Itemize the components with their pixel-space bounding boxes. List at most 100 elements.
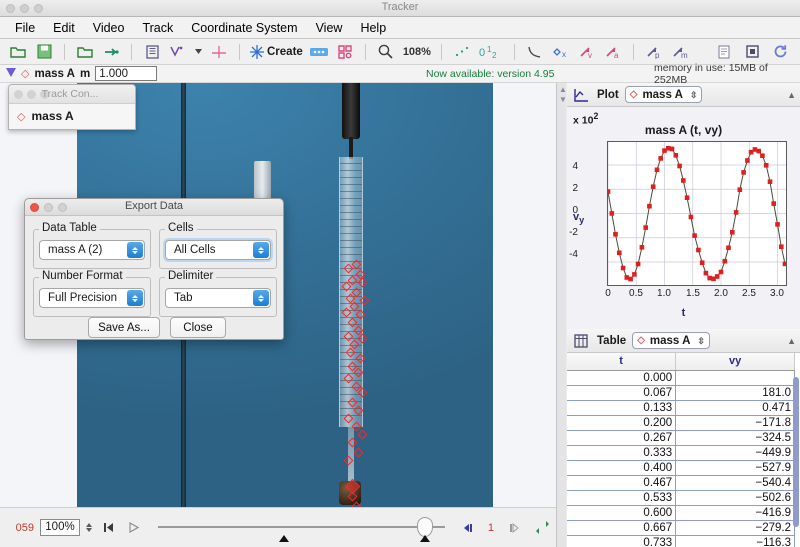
table-cell-t[interactable]: 0.200: [567, 415, 677, 431]
version-available-status[interactable]: Now available: version 4.95: [426, 68, 554, 80]
table-row[interactable]: 0.600 −416.9: [567, 505, 795, 521]
table-cell-t[interactable]: 0.333: [567, 445, 677, 461]
table-row[interactable]: 0.400 −527.9: [567, 460, 795, 476]
table-cell-t[interactable]: 0.733: [567, 535, 677, 547]
table-cell-t[interactable]: 0.400: [567, 460, 677, 476]
open-video-icon[interactable]: [75, 42, 95, 62]
table-cell-t[interactable]: 0.533: [567, 490, 677, 506]
table-cell-vy[interactable]: −279.2: [675, 520, 795, 536]
table-cell-vy[interactable]: 181.0: [675, 385, 795, 401]
momentum-vector-icon[interactable]: p: [644, 42, 664, 62]
table-row[interactable]: 0.533 −502.6: [567, 490, 795, 506]
step-back-icon[interactable]: [459, 518, 479, 538]
table-panel-collapse-icon[interactable]: ▲: [787, 336, 796, 346]
scrubber-thumb[interactable]: [417, 516, 433, 537]
data-table-select[interactable]: mass A (2): [39, 240, 145, 260]
track-visibility-toggle-icon[interactable]: [6, 67, 16, 80]
table-row[interactable]: 0.733 −116.3: [567, 535, 795, 547]
menu-view[interactable]: View: [307, 19, 352, 37]
open-icon[interactable]: [8, 42, 28, 62]
table-cell-vy[interactable]: −324.5: [675, 430, 795, 446]
table-cell-t[interactable]: 0.600: [567, 505, 677, 521]
data-table-scroll[interactable]: t vy 0.000 0.067 181.0 0.133 0.471 0.200 −171.…: [567, 353, 800, 547]
protractor-icon[interactable]: [335, 42, 355, 62]
play-rate-input[interactable]: 100%: [40, 519, 80, 536]
play-rate-stepper[interactable]: [86, 523, 92, 532]
table-column-header-t[interactable]: t: [567, 353, 677, 371]
notes-icon[interactable]: [714, 42, 734, 62]
table-cell-vy[interactable]: −449.9: [675, 445, 795, 461]
cells-select-arrows-icon[interactable]: [253, 242, 269, 258]
plot-area[interactable]: x 102 mass A (t, vy) vy 4 2 0 -2 -4 0 0.…: [567, 107, 800, 329]
chevron-down-icon[interactable]: [194, 42, 203, 62]
cells-select[interactable]: All Cells: [165, 240, 271, 260]
chevron-updown-icon[interactable]: ⇳: [690, 90, 698, 99]
path-curve-icon[interactable]: [525, 42, 545, 62]
track-control-window[interactable]: Track Con... ◇ mass A: [8, 84, 136, 130]
table-cell-vy[interactable]: −527.9: [675, 460, 795, 476]
delimiter-select-arrows-icon[interactable]: [253, 290, 269, 306]
zoom-level-label[interactable]: 108%: [403, 46, 431, 58]
table-cell-vy[interactable]: 0.471: [675, 400, 795, 416]
table-scrollbar[interactable]: [793, 377, 799, 547]
number-format-select[interactable]: Full Precision: [39, 288, 145, 308]
net-force-vector-icon[interactable]: m: [670, 42, 690, 62]
mass-input[interactable]: 1.000: [95, 66, 158, 81]
table-row[interactable]: 0.333 −449.9: [567, 445, 795, 461]
table-scrollbar-thumb[interactable]: [793, 377, 799, 527]
tape-icon[interactable]: [309, 42, 329, 62]
rate-decrease-icon[interactable]: [86, 528, 92, 532]
table-row[interactable]: 0.133 0.471: [567, 400, 795, 416]
track-name-label[interactable]: mass A: [34, 68, 75, 80]
refresh-icon[interactable]: [770, 42, 790, 62]
video-scrubber[interactable]: [158, 513, 445, 543]
loop-icon[interactable]: [532, 518, 552, 538]
splitter-collapse-down-icon[interactable]: ▼: [559, 95, 567, 104]
table-cell-vy[interactable]: −171.8: [675, 415, 795, 431]
table-cell-t[interactable]: 0.067: [567, 385, 677, 401]
table-cell-vy[interactable]: −416.9: [675, 505, 795, 521]
export-data-dialog[interactable]: Export Data Data Table mass A (2) Cells …: [24, 198, 284, 340]
table-cell-t[interactable]: 0.667: [567, 520, 677, 536]
table-cell-vy[interactable]: −502.6: [675, 490, 795, 506]
plot-icon[interactable]: [571, 85, 591, 105]
table-cell-vy[interactable]: −116.3: [675, 535, 795, 547]
search-icon[interactable]: [376, 42, 396, 62]
velocity-vector-icon[interactable]: v: [577, 42, 597, 62]
menu-track[interactable]: Track: [133, 19, 182, 37]
track-marker-point[interactable]: [357, 429, 368, 440]
table-track-select[interactable]: ◇ mass A ⇳: [632, 332, 710, 349]
table-row[interactable]: 0.000: [567, 370, 795, 386]
table-column-header-vy[interactable]: vy: [675, 353, 795, 371]
position-vector-icon[interactable]: x: [551, 42, 571, 62]
label-numbers-icon[interactable]: 012: [478, 42, 504, 62]
menu-video[interactable]: Video: [84, 19, 134, 37]
table-cell-vy[interactable]: −540.4: [675, 475, 795, 491]
table-cell-t[interactable]: 0.267: [567, 430, 677, 446]
trail-dots-icon[interactable]: [452, 42, 472, 62]
table-cell-t[interactable]: 0.000: [567, 370, 677, 386]
splitter-collapse-up-icon[interactable]: ▲: [559, 85, 567, 94]
close-button[interactable]: Close: [170, 317, 226, 338]
number-format-select-arrows-icon[interactable]: [127, 290, 143, 306]
menu-file[interactable]: File: [6, 19, 44, 37]
table-row[interactable]: 0.200 −171.8: [567, 415, 795, 431]
table-row[interactable]: 0.267 −324.5: [567, 430, 795, 446]
rate-increase-icon[interactable]: [86, 523, 92, 527]
table-cell-vy[interactable]: [675, 370, 795, 386]
table-icon[interactable]: [571, 331, 591, 351]
track-marker-point[interactable]: [353, 447, 364, 458]
pane-splitter[interactable]: ▲ ▼: [556, 83, 567, 547]
menu-edit[interactable]: Edit: [44, 19, 84, 37]
go-to-start-icon[interactable]: [98, 518, 118, 538]
desktop-icon[interactable]: [742, 42, 762, 62]
plot-track-select[interactable]: ◇ mass A ⇳: [624, 86, 703, 103]
chevron-updown-icon[interactable]: ⇳: [697, 336, 705, 345]
clip-settings-icon[interactable]: [101, 42, 121, 62]
acceleration-vector-icon[interactable]: a: [603, 42, 623, 62]
menu-coordinate-system[interactable]: Coordinate System: [182, 19, 306, 37]
plot-panel-collapse-icon[interactable]: ▲: [787, 90, 796, 100]
table-cell-t[interactable]: 0.467: [567, 475, 677, 491]
save-as-button[interactable]: Save As...: [88, 317, 160, 338]
table-row[interactable]: 0.667 −279.2: [567, 520, 795, 536]
